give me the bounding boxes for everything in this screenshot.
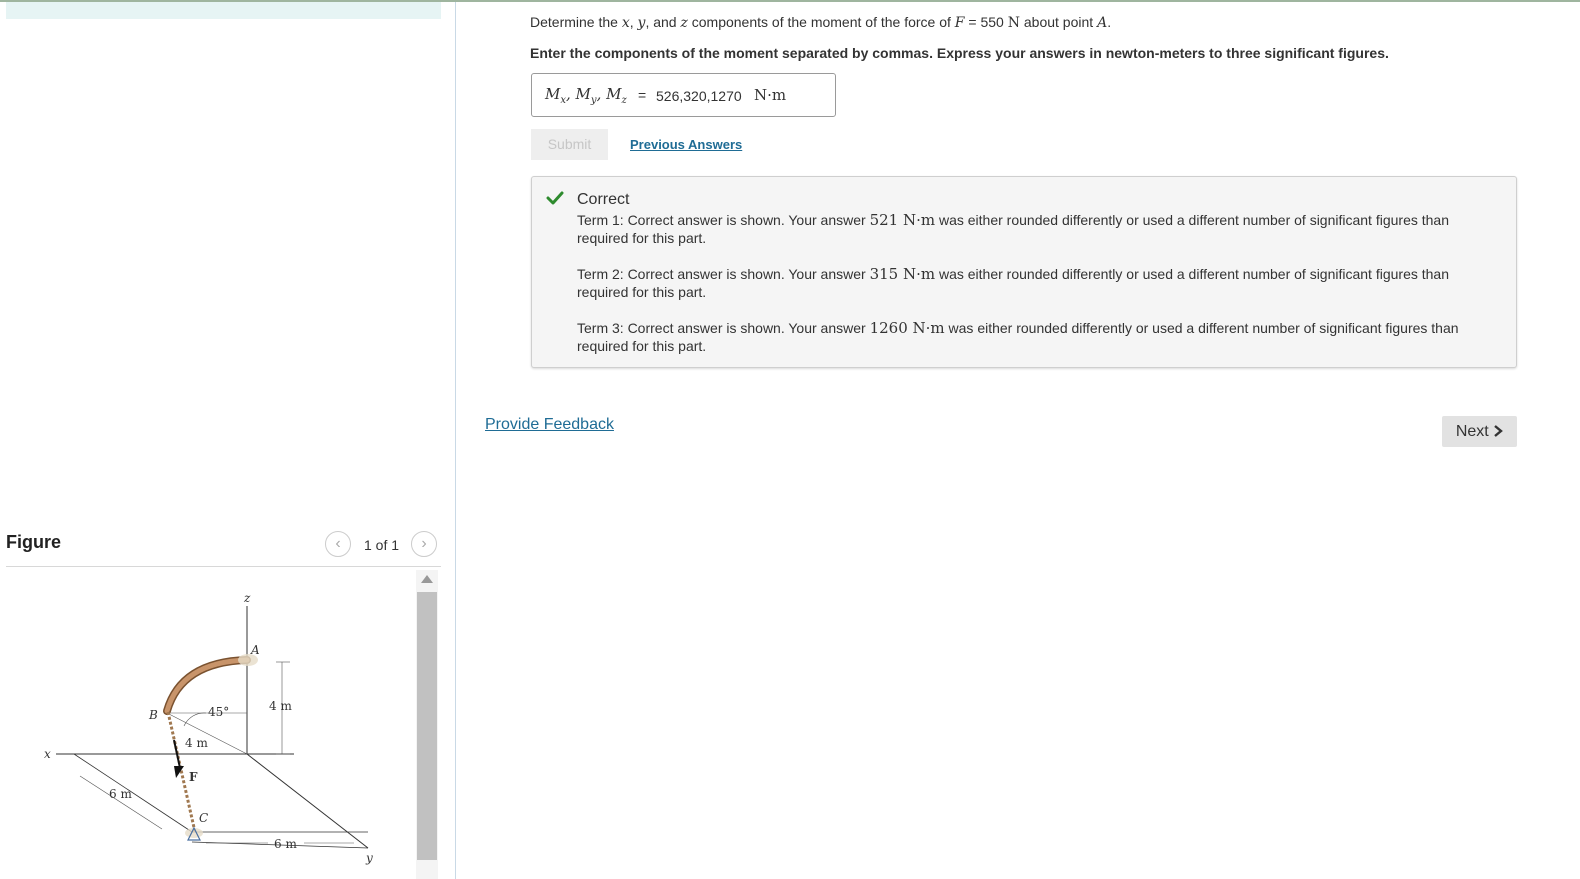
chevron-left-icon: ‹ bbox=[335, 535, 341, 552]
point-a-label: A bbox=[250, 643, 260, 657]
panel-divider bbox=[455, 2, 456, 879]
answer-value[interactable]: 526,320,1270 bbox=[656, 88, 742, 104]
dim-4m-label: 4 m bbox=[269, 699, 292, 713]
y-label: y bbox=[365, 851, 373, 865]
figure-counter: 1 of 1 bbox=[364, 537, 400, 553]
figure-diagram: z x y 6 m 6 m 4 m 45° 4 m A B F C bbox=[44, 591, 373, 865]
question-text: Determine the x, y, and z components of … bbox=[530, 14, 1111, 31]
provide-feedback-link[interactable]: Provide Feedback bbox=[485, 416, 614, 434]
figure-next-button[interactable]: › bbox=[411, 531, 437, 557]
answer-label: Mx, My, Mz bbox=[545, 85, 627, 106]
question-middle: components of the moment of the force of bbox=[691, 14, 951, 30]
z-label: z bbox=[243, 591, 251, 605]
term-lead: Term 2: Correct answer is shown. Your an… bbox=[577, 266, 866, 282]
question-prefix: Determine the bbox=[530, 14, 618, 30]
answer-unit: N·m bbox=[754, 86, 787, 104]
left-banner bbox=[6, 2, 441, 19]
next-button[interactable]: Next bbox=[1442, 416, 1517, 447]
figure-prev-button[interactable]: ‹ bbox=[325, 531, 351, 557]
feedback-term-3: Term 3: Correct answer is shown. Your an… bbox=[577, 319, 1497, 355]
dim-6m-label: 6 m bbox=[274, 837, 297, 851]
next-label: Next bbox=[1455, 423, 1489, 440]
answer-field[interactable]: Mx, My, Mz = 526,320,1270 N·m bbox=[531, 73, 836, 117]
about-text: about point bbox=[1023, 14, 1094, 30]
force-symbol: F bbox=[954, 15, 965, 31]
period: . bbox=[1107, 14, 1112, 30]
dim-line bbox=[79, 775, 163, 830]
point-c-label: C bbox=[199, 811, 208, 825]
point-b-label: B bbox=[148, 708, 158, 722]
ground-line bbox=[73, 753, 193, 833]
dim-6m-label: 6 m bbox=[109, 787, 132, 801]
anchor-c bbox=[185, 828, 203, 838]
var-z: z bbox=[680, 15, 688, 31]
scroll-thumb[interactable] bbox=[417, 592, 437, 860]
equals: = bbox=[968, 14, 977, 30]
feedback-term-2: Term 2: Correct answer is shown. Your an… bbox=[577, 265, 1497, 301]
chevron-right-icon bbox=[1494, 425, 1504, 437]
term-lead: Term 1: Correct answer is shown. Your an… bbox=[577, 212, 866, 228]
force-value: 550 bbox=[980, 14, 1004, 30]
force-label: F bbox=[189, 770, 198, 784]
dim-4m-label: 4 m bbox=[185, 736, 208, 750]
angle-arc bbox=[183, 712, 207, 727]
y-axis bbox=[246, 753, 369, 849]
sep: , bbox=[629, 14, 634, 30]
term-value: 521 N·m bbox=[869, 211, 936, 229]
chevron-right-icon: › bbox=[421, 535, 427, 552]
curved-pipe-fill bbox=[164, 657, 250, 714]
term-lead: Term 3: Correct answer is shown. Your an… bbox=[577, 320, 866, 336]
figure-rule bbox=[6, 566, 441, 567]
feedback-panel: Correct Term 1: Correct answer is shown.… bbox=[531, 176, 1517, 368]
sep: , and bbox=[645, 14, 677, 30]
point-label: A bbox=[1097, 15, 1108, 31]
x-label: x bbox=[44, 747, 51, 761]
answer-equals: = bbox=[638, 87, 647, 103]
feedback-term-1: Term 1: Correct answer is shown. Your an… bbox=[577, 211, 1497, 247]
instruction-text: Enter the components of the moment separ… bbox=[530, 45, 1389, 61]
term-value: 1260 N·m bbox=[869, 319, 945, 337]
previous-answers-link[interactable]: Previous Answers bbox=[630, 137, 742, 152]
force-unit: N bbox=[1007, 15, 1020, 31]
var-x: x bbox=[621, 15, 630, 31]
scroll-up-arrow-icon[interactable] bbox=[421, 575, 433, 583]
term-value: 315 N·m bbox=[869, 265, 936, 283]
submit-button[interactable]: Submit bbox=[531, 129, 608, 160]
figure-title: Figure bbox=[6, 532, 62, 552]
feedback-title: Correct bbox=[577, 191, 630, 208]
check-icon bbox=[546, 191, 564, 205]
angle-label: 45° bbox=[208, 705, 229, 719]
